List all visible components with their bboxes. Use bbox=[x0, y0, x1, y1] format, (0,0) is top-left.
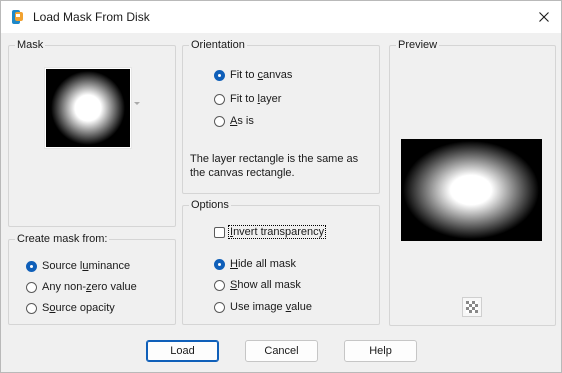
radio-label: Show all mask bbox=[230, 279, 301, 291]
radio-fit-to-canvas[interactable]: Fit to canvas bbox=[214, 67, 292, 83]
radio-label: As is bbox=[230, 115, 254, 127]
radio-indicator bbox=[214, 258, 225, 270]
options-legend: Options bbox=[189, 199, 231, 211]
mask-legend: Mask bbox=[15, 39, 46, 51]
cancel-button[interactable]: Cancel bbox=[245, 340, 318, 362]
radio-as-is[interactable]: As is bbox=[214, 113, 254, 129]
preview-legend: Preview bbox=[396, 39, 440, 51]
radio-label: Fit to layer bbox=[230, 93, 282, 105]
radio-fit-to-layer[interactable]: Fit to layer bbox=[214, 91, 281, 107]
checkerboard-icon bbox=[466, 301, 478, 313]
radio-indicator bbox=[214, 279, 225, 291]
radio-any-nonzero[interactable]: Any non-zero value bbox=[26, 279, 137, 295]
dialog-window: Load Mask From Disk Mask Create mask fro… bbox=[0, 0, 562, 373]
radio-source-opacity[interactable]: Source opacity bbox=[26, 300, 115, 316]
radio-label: Any non-zero value bbox=[42, 281, 137, 293]
create-mask-legend: Create mask from: bbox=[15, 233, 110, 245]
radio-label: Hide all mask bbox=[230, 258, 297, 270]
checkerboard-button[interactable] bbox=[462, 297, 482, 317]
radio-source-luminance[interactable]: Source luminance bbox=[26, 258, 130, 274]
orientation-description: The layer rectangle is the same as the c… bbox=[190, 152, 380, 180]
radio-label: Source opacity bbox=[42, 302, 115, 314]
radio-indicator bbox=[214, 301, 225, 313]
radio-indicator bbox=[26, 302, 37, 314]
radio-indicator bbox=[214, 115, 225, 127]
preview-canvas bbox=[401, 139, 542, 241]
radio-indicator bbox=[26, 281, 37, 293]
load-button[interactable]: Load bbox=[146, 340, 219, 362]
help-button[interactable]: Help bbox=[344, 340, 417, 362]
radio-indicator bbox=[214, 69, 225, 81]
radio-indicator bbox=[214, 93, 225, 105]
radio-hide-all-mask[interactable]: Hide all mask bbox=[214, 256, 296, 272]
radio-label: Source luminance bbox=[42, 260, 131, 272]
mask-thumbnail[interactable] bbox=[45, 68, 131, 148]
close-button[interactable] bbox=[527, 1, 561, 33]
window-title: Load Mask From Disk bbox=[33, 10, 150, 24]
preview-image bbox=[401, 139, 542, 241]
checkbox-invert-transparency[interactable]: Invert transparency bbox=[214, 224, 327, 240]
radio-label: Use image value bbox=[230, 301, 312, 313]
checkbox-label: Invert transparency bbox=[227, 225, 327, 239]
description-line: The layer rectangle is the same as bbox=[190, 153, 359, 165]
orientation-legend: Orientation bbox=[189, 39, 247, 51]
mask-image bbox=[46, 69, 130, 147]
close-icon bbox=[539, 12, 549, 22]
chevron-down-icon[interactable] bbox=[134, 102, 140, 105]
title-bar: Load Mask From Disk bbox=[1, 1, 561, 33]
radio-use-image-value[interactable]: Use image value bbox=[214, 299, 312, 315]
radio-label: Fit to canvas bbox=[230, 69, 293, 81]
radio-indicator bbox=[26, 260, 37, 272]
checkbox-indicator bbox=[214, 226, 225, 238]
radio-show-all-mask[interactable]: Show all mask bbox=[214, 277, 301, 293]
description-line: the canvas rectangle. bbox=[190, 167, 295, 179]
app-icon bbox=[12, 10, 23, 24]
